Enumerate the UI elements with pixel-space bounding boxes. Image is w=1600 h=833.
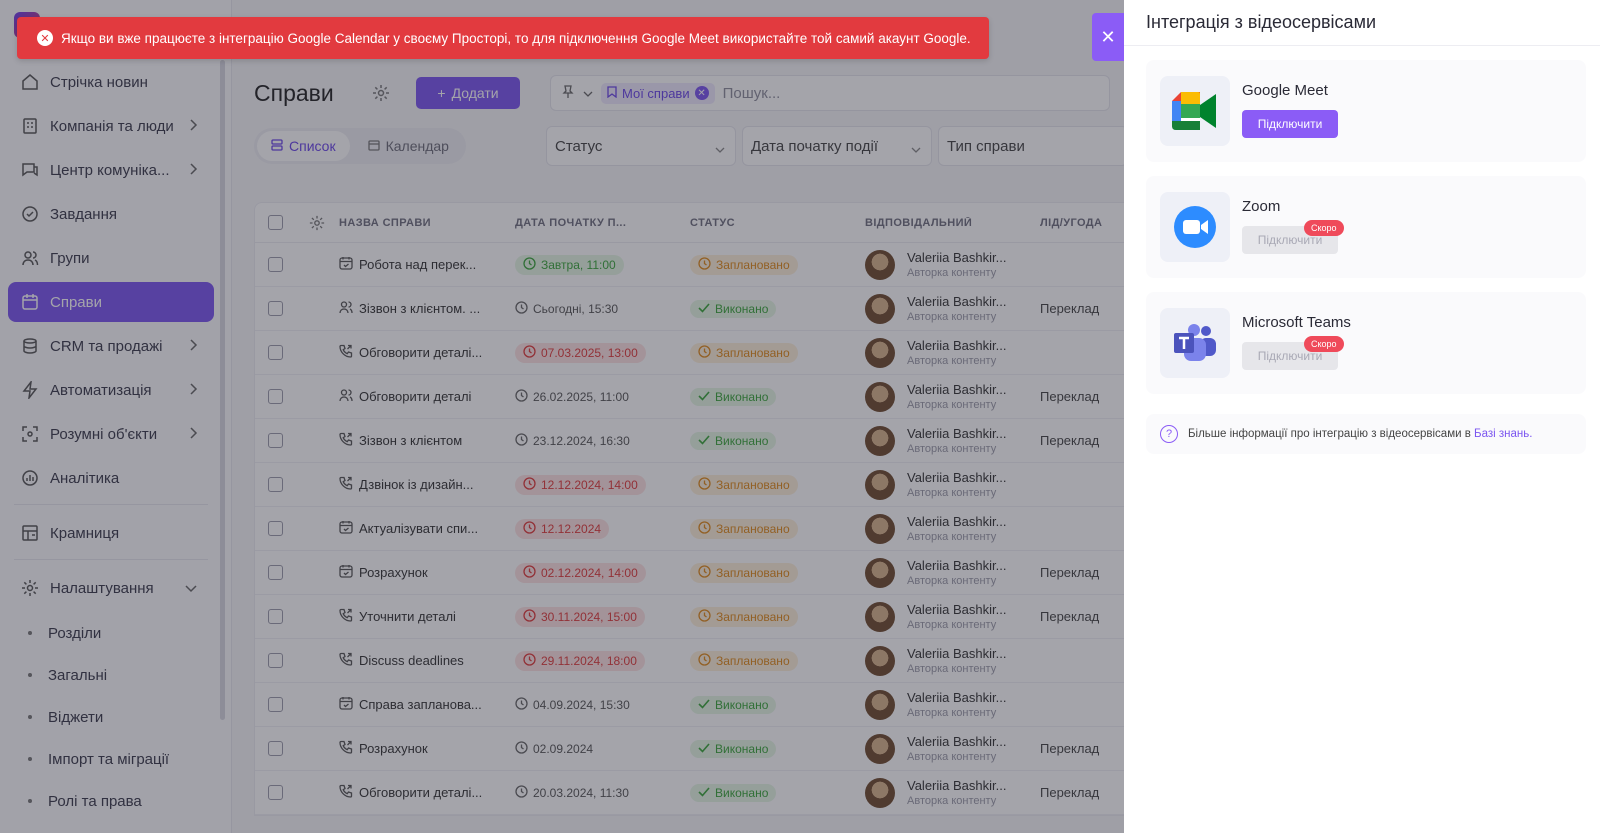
service-name: Google Meet xyxy=(1242,82,1328,99)
service-card-google-meet: Google Meet Підключити xyxy=(1146,60,1586,162)
coming-soon-badge: Скоро xyxy=(1304,220,1344,236)
service-card-zoom: Zoom Підключити Скоро xyxy=(1146,176,1586,278)
info-text-body: Більше інформації про інтеграцію з відео… xyxy=(1188,428,1471,440)
google-meet-icon xyxy=(1160,76,1230,146)
info-banner: ? Більше інформації про інтеграцію з від… xyxy=(1146,414,1586,454)
error-icon: ✕ xyxy=(37,30,53,46)
service-name: Zoom xyxy=(1242,198,1281,215)
coming-soon-badge: Скоро xyxy=(1304,336,1344,352)
alert-text: Якщо ви вже працюєте з інтеграцію Google… xyxy=(61,30,971,46)
knowledge-base-link[interactable]: Базі знань. xyxy=(1474,428,1532,440)
zoom-icon xyxy=(1160,192,1230,262)
service-card-ms-teams: Microsoft Teams Підключити Скоро xyxy=(1146,292,1586,394)
drawer-close-button[interactable]: ✕ xyxy=(1092,13,1124,61)
close-icon: ✕ xyxy=(1100,26,1116,47)
drawer-title: Інтеграція з відеосервісами xyxy=(1124,0,1600,46)
microsoft-teams-icon xyxy=(1160,308,1230,378)
info-text: Більше інформації про інтеграцію з відео… xyxy=(1188,428,1532,440)
error-alert: ✕ Якщо ви вже працюєте з інтеграцію Goog… xyxy=(17,17,989,59)
integration-drawer: Інтеграція з відеосервісами Google Meet … xyxy=(1124,0,1600,833)
connect-button[interactable]: Підключити xyxy=(1242,110,1338,138)
service-name: Microsoft Teams xyxy=(1242,314,1351,331)
question-icon: ? xyxy=(1160,425,1178,443)
